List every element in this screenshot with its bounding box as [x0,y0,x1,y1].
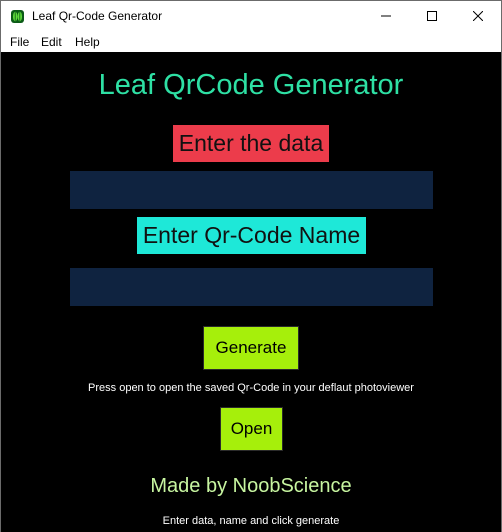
maximize-button[interactable] [409,1,455,32]
menu-edit[interactable]: Edit [41,35,62,49]
menu-file[interactable]: File [10,35,29,49]
open-hint-text: Press open to open the saved Qr-Code in … [88,382,414,394]
data-label: Enter the data [173,125,329,162]
qr-name-label: Enter Qr-Code Name [137,217,366,254]
close-button[interactable] [455,1,501,32]
qr-name-input[interactable] [70,268,433,306]
minimize-button[interactable] [363,1,409,32]
credit-text: Made by NoobScience [150,475,352,497]
title-bar[interactable]: Leaf Qr-Code Generator [1,1,501,32]
menu-bar: File Edit Help [1,32,501,52]
status-text: Enter data, name and click generate [162,515,340,527]
data-input[interactable] [70,171,433,209]
generate-button[interactable]: Generate [203,326,299,370]
minimize-icon [381,8,391,26]
window-title: Leaf Qr-Code Generator [32,9,163,23]
main-panel: Leaf QrCode Generator Enter the data Ent… [1,52,501,532]
open-button[interactable]: Open [220,407,283,451]
leaf-icon [11,10,24,23]
close-icon [472,8,484,26]
menu-help[interactable]: Help [75,35,100,49]
maximize-icon [427,8,437,26]
app-window: Leaf Qr-Code Generator File Edit Help Le… [0,0,502,532]
app-heading: Leaf QrCode Generator [98,69,404,101]
